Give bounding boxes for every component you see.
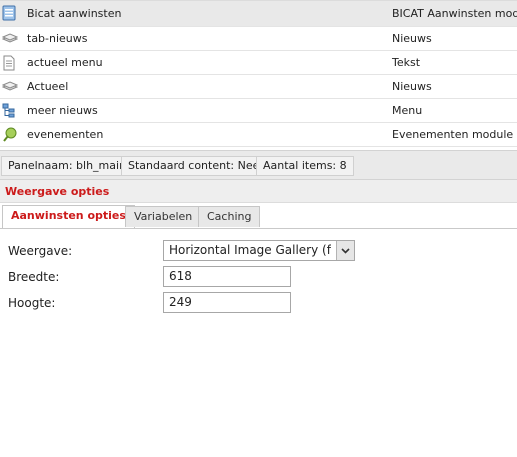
event-icon (2, 127, 17, 142)
menu-tree-icon (2, 103, 16, 118)
item-name: meer nieuws (27, 104, 98, 117)
module-icon (2, 5, 16, 21)
tab-variabelen[interactable]: Variabelen (125, 206, 202, 227)
item-name: tab-nieuws (27, 32, 88, 45)
item-type: Nieuws (392, 80, 432, 93)
item-name: actueel menu (27, 56, 103, 69)
item-type: Tekst (392, 56, 421, 69)
tab-aanwinsten-opties[interactable]: Aanwinsten opties (2, 205, 135, 228)
item-name: Actueel (27, 80, 69, 93)
tab-caching[interactable]: Caching (198, 206, 261, 227)
list-item-tab-nieuws[interactable]: tab-nieuws Nieuws (0, 27, 517, 51)
item-count-status: Aantal items: 8 (256, 156, 354, 176)
breedte-label: Breedte: (8, 270, 60, 284)
list-item-actueel[interactable]: Actueel Nieuws (0, 75, 517, 99)
breedte-input[interactable]: 618 (163, 266, 291, 287)
item-type: Nieuws (392, 32, 432, 45)
weergave-label: Weergave: (8, 244, 73, 258)
list-item-actueel-menu[interactable]: actueel menu Tekst (0, 51, 517, 75)
item-name: Bicat aanwinsten (27, 7, 122, 20)
news-stack-icon (1, 79, 19, 93)
tab-bar: Aanwinsten opties Variabelen Caching (0, 203, 517, 229)
section-title: Weergave opties (5, 185, 110, 198)
weergave-select-value: Horizontal Image Gallery (flash (169, 243, 331, 257)
hoogte-input[interactable]: 249 (163, 292, 291, 313)
list-item-bicat-aanwinsten[interactable]: Bicat aanwinsten BICAT Aanwinsten modul (0, 1, 517, 27)
text-document-icon (2, 55, 16, 71)
default-content-status: Standaard content: Nee (121, 156, 267, 176)
status-bar: Panelnaam: blh_main Standaard content: N… (0, 150, 517, 180)
news-stack-icon (1, 31, 19, 45)
hoogte-label: Hoogte: (8, 296, 56, 310)
panel-name-status: Panelnaam: blh_main (1, 156, 134, 176)
list-item-meer-nieuws[interactable]: meer nieuws Menu (0, 99, 517, 123)
item-type: BICAT Aanwinsten modul (392, 7, 517, 20)
section-header: Weergave opties (0, 180, 517, 203)
weergave-select[interactable]: Horizontal Image Gallery (flash (163, 240, 355, 261)
breedte-value: 618 (169, 269, 192, 283)
chevron-down-icon[interactable] (336, 241, 354, 260)
list-item-evenementen[interactable]: evenementen Evenementen module (0, 123, 517, 147)
hoogte-value: 249 (169, 295, 192, 309)
panel-items-list: Bicat aanwinsten BICAT Aanwinsten modul … (0, 0, 517, 147)
item-type: Menu (392, 104, 423, 117)
item-type: Evenementen module (392, 128, 514, 141)
item-name: evenementen (27, 128, 104, 141)
